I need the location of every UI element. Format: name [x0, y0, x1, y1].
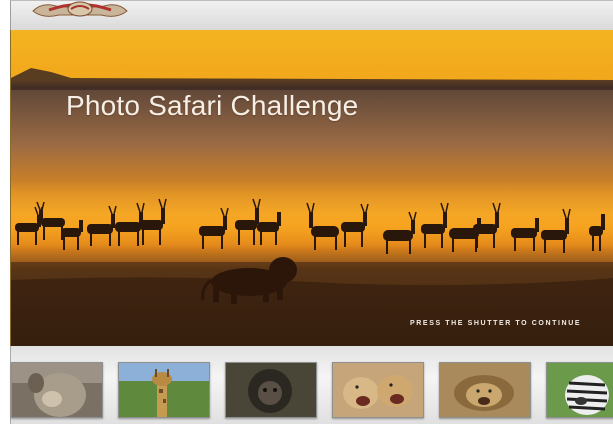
savanna-sunset-scene [11, 30, 613, 346]
thumbnail-lion[interactable] [439, 362, 531, 418]
thumbnail-giraffe[interactable] [118, 362, 210, 418]
left-margin [0, 0, 10, 424]
continue-prompt[interactable]: PRESS THE SHUTTER TO CONTINUE [410, 320, 581, 327]
zebra-photo-icon [547, 363, 613, 417]
thumbnail-zebra[interactable] [546, 362, 613, 418]
cheetah-photo-icon [333, 363, 423, 417]
lion-photo-icon [440, 363, 530, 417]
hero-photo[interactable]: Photo Safari Challenge PRESS THE SHUTTER… [10, 30, 613, 346]
thumbnail-strip [10, 346, 613, 424]
thumbnail-cheetahs[interactable] [332, 362, 424, 418]
crest-logo-icon [32, 1, 128, 17]
monkey-photo-icon [12, 363, 102, 417]
thumbnail-baboon[interactable] [11, 362, 103, 418]
thumbnail-gorilla[interactable] [225, 362, 317, 418]
gorilla-photo-icon [226, 363, 316, 417]
top-bar [10, 0, 613, 31]
game-screen: Photo Safari Challenge PRESS THE SHUTTER… [0, 0, 613, 424]
giraffe-photo-icon [119, 363, 209, 417]
game-title: Photo Safari Challenge [66, 90, 359, 121]
